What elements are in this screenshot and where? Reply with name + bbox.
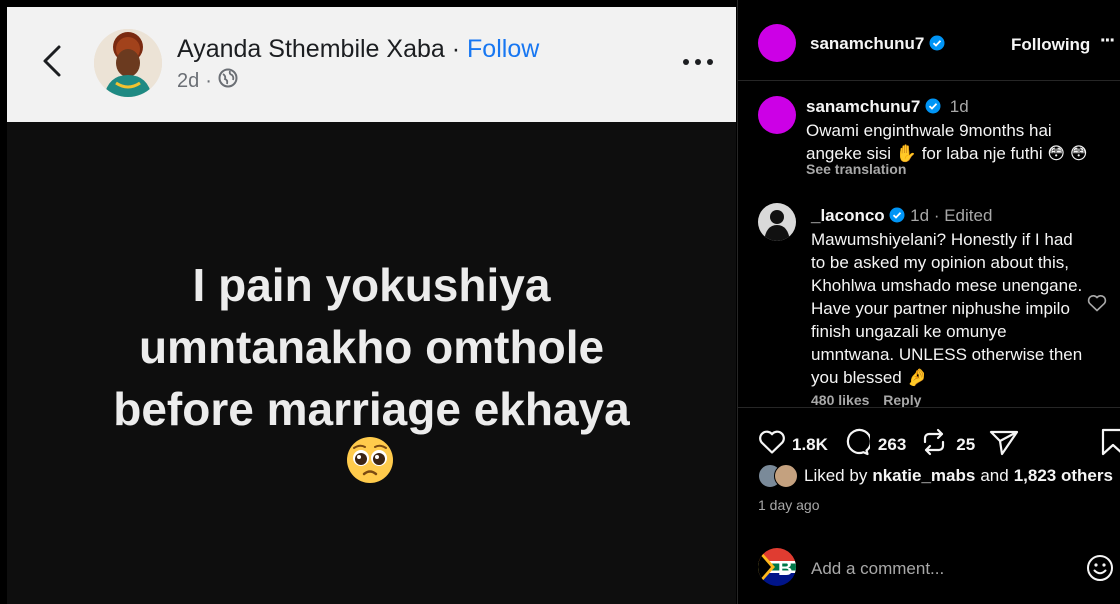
following-button[interactable]: Following bbox=[1011, 35, 1090, 55]
post-header: sanamchunu7 Following ··· bbox=[738, 0, 1120, 81]
caption-text: Owami enginthwale 9months hai angeke sis… bbox=[806, 119, 1106, 165]
poster-username-row: sanamchunu7 bbox=[810, 34, 945, 56]
liked-by-others[interactable]: 1,823 others bbox=[1014, 466, 1113, 486]
caption-line: Owami enginthwale 9months hai bbox=[806, 121, 1052, 140]
comment-edited: · Edited bbox=[933, 206, 993, 225]
verified-badge-icon bbox=[929, 35, 945, 56]
post-time: 2d bbox=[177, 69, 200, 92]
facebook-post-header: Ayanda Sthembile Xaba · Follow 2d · bbox=[7, 7, 736, 122]
poster-username[interactable]: sanamchunu7 bbox=[810, 34, 924, 53]
meta-dot: · bbox=[205, 69, 212, 92]
verified-badge-icon bbox=[925, 98, 941, 119]
comment-bubble-icon[interactable] bbox=[842, 428, 872, 461]
comment-line: Mawumshiyelani? Honestly if I had bbox=[811, 230, 1073, 249]
commenter-avatar[interactable] bbox=[758, 203, 796, 241]
like-comment-heart-icon[interactable] bbox=[1087, 294, 1107, 317]
add-comment-input[interactable]: Add a comment... bbox=[811, 559, 944, 579]
add-comment-bar: B Add a comment... bbox=[738, 532, 1120, 604]
action-bar: 1.8K 263 25 Liked by nkatie_mabs and 1,8… bbox=[738, 407, 1120, 513]
emoji-picker-icon[interactable] bbox=[1086, 554, 1114, 587]
repost-icon[interactable] bbox=[920, 428, 948, 461]
follow-button[interactable]: Follow bbox=[467, 35, 539, 63]
flushed-face-emoji-icon: 😳 bbox=[1069, 144, 1088, 163]
comment-line-text: you blessed bbox=[811, 368, 902, 387]
post-body: I pain yokushiya umntanakho omthole befo… bbox=[7, 122, 736, 604]
post-text-line: before marriage ekhaya bbox=[113, 383, 630, 435]
author-avatar[interactable] bbox=[94, 29, 162, 97]
caption-avatar[interactable] bbox=[758, 96, 796, 134]
share-send-icon[interactable] bbox=[989, 428, 1019, 461]
comment-header: _laconco 1d · Edited bbox=[811, 206, 992, 228]
post-text-line: umntanakho omthole bbox=[138, 321, 605, 373]
author-name-row: Ayanda Sthembile Xaba · Follow bbox=[177, 35, 539, 64]
save-bookmark-icon[interactable] bbox=[1100, 428, 1120, 461]
comment-likes[interactable]: 480 likes bbox=[811, 392, 869, 408]
author-name[interactable]: Ayanda Sthembile Xaba bbox=[177, 35, 445, 63]
commenter-username[interactable]: _laconco bbox=[811, 206, 885, 225]
see-translation-link[interactable]: See translation bbox=[806, 161, 906, 177]
verified-badge-icon bbox=[889, 207, 905, 228]
globe-icon bbox=[218, 68, 238, 94]
liker-avatar[interactable] bbox=[774, 464, 798, 488]
liked-by-prefix: Liked by bbox=[804, 466, 868, 485]
reposts-count[interactable]: 25 bbox=[956, 435, 975, 455]
svg-text:B: B bbox=[778, 558, 792, 580]
comment-line: finish ungazali ke omunye bbox=[811, 322, 1007, 341]
action-buttons: 1.8K 263 25 bbox=[758, 428, 1019, 461]
flushed-face-emoji-icon: 😳 bbox=[1047, 144, 1066, 163]
post-timestamp: 1 day ago bbox=[758, 497, 820, 513]
poster-avatar[interactable] bbox=[758, 24, 796, 62]
caption-header: sanamchunu7 1d bbox=[806, 97, 969, 119]
post-text: I pain yokushiya umntanakho omthole befo… bbox=[7, 254, 736, 440]
comments-count[interactable]: 263 bbox=[878, 435, 906, 455]
liked-by-user[interactable]: nkatie_mabs bbox=[872, 466, 975, 486]
liked-by-and: and bbox=[980, 466, 1009, 485]
back-arrow-icon[interactable] bbox=[35, 39, 71, 83]
post-text-line: I pain yokushiya bbox=[192, 259, 551, 311]
comment-footer: 480 likes Reply bbox=[811, 392, 921, 408]
pleading-face-emoji-icon bbox=[346, 436, 394, 484]
caption-line-end: for laba nje futhi bbox=[921, 144, 1043, 163]
comment-time: 1d bbox=[910, 206, 930, 225]
pinching-hand-emoji-icon: 🤌 bbox=[906, 368, 928, 387]
caption-time: 1d bbox=[949, 97, 969, 116]
more-options-icon[interactable] bbox=[683, 52, 723, 72]
comment-line: Khohlwa umshado mese unengane. bbox=[811, 276, 1083, 295]
comment-line: you blessed 🤌 bbox=[811, 366, 1086, 389]
post-meta: 2d · bbox=[177, 68, 238, 94]
comment-text: Mawumshiyelani? Honestly if I had to be … bbox=[811, 228, 1086, 389]
likes-count[interactable]: 1.8K bbox=[792, 435, 828, 455]
comment-line: Have your partner niphushe impilo bbox=[811, 299, 1070, 318]
caption-username[interactable]: sanamchunu7 bbox=[806, 97, 920, 116]
like-heart-icon[interactable] bbox=[758, 429, 786, 460]
reply-button[interactable]: Reply bbox=[883, 392, 921, 408]
instagram-comments-panel: sanamchunu7 Following ··· sanamchunu7 1d… bbox=[737, 0, 1120, 604]
facebook-post-image: Ayanda Sthembile Xaba · Follow 2d · I pa… bbox=[0, 0, 737, 604]
liked-by-row: Liked by nkatie_mabs and 1,823 others bbox=[758, 464, 1113, 488]
post-options-icon[interactable]: ··· bbox=[1100, 30, 1116, 53]
current-user-avatar[interactable]: B bbox=[758, 548, 796, 586]
comment-line: umntwana. UNLESS otherwise then bbox=[811, 345, 1083, 364]
comment-line: to be asked my opinion about this, bbox=[811, 253, 1069, 272]
name-separator: · bbox=[451, 35, 461, 63]
